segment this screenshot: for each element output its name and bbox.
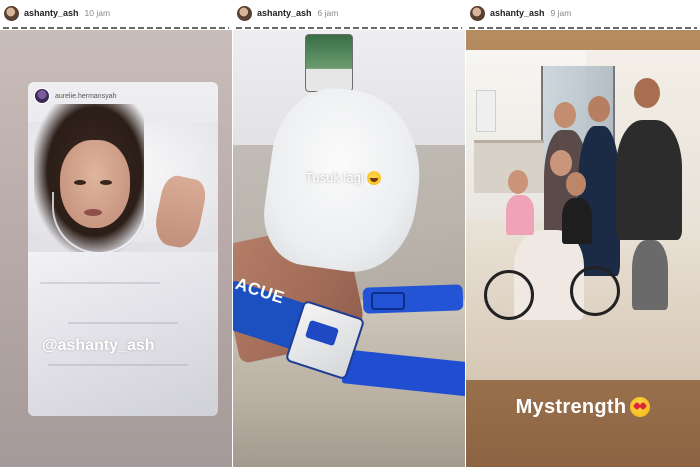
progress-bar [236, 27, 462, 29]
story-username[interactable]: ashanty_ash [257, 8, 312, 18]
blanket-fold [48, 364, 188, 366]
person [616, 120, 682, 240]
story-header: ashanty_ash 9 jam [466, 0, 700, 26]
avatar[interactable] [237, 5, 252, 21]
repost-avatar[interactable] [34, 88, 50, 104]
eye [74, 180, 86, 185]
grinning-face-icon [366, 170, 381, 185]
avatar[interactable] [470, 5, 485, 21]
progress-bar [3, 27, 229, 29]
id-badge [305, 34, 353, 92]
person-head [554, 102, 576, 128]
child [562, 198, 592, 244]
story-header: ashanty_ash 6 jam [233, 0, 465, 26]
story-panel-3[interactable]: Mystrength ashanty_ash 9 jam [466, 0, 700, 467]
eye [100, 180, 112, 185]
repost-username[interactable]: aurelie.hermansyah [55, 93, 116, 100]
person-legs [632, 240, 668, 310]
caption-label: Mystrength [515, 395, 627, 418]
child-head [566, 172, 586, 196]
person-head [634, 78, 660, 108]
person-head [550, 150, 572, 176]
progress-bar [469, 27, 697, 29]
child-head [508, 170, 528, 194]
heart-eyes-face-icon [630, 397, 651, 417]
wall-sign [476, 90, 496, 132]
clip-slot [371, 292, 405, 310]
story-strip: aurelie.hermansyah @ashanty_ash ashanty_… [0, 0, 700, 467]
blanket-fold [68, 322, 178, 324]
caption-text: Mystrength [466, 392, 700, 422]
story-panel-1[interactable]: aurelie.hermansyah @ashanty_ash ashanty_… [0, 0, 233, 467]
story-timestamp: 6 jam [317, 8, 339, 18]
reposted-story-card[interactable] [28, 82, 218, 416]
blanket-fold [40, 282, 160, 284]
wheelchair-wheel [484, 270, 534, 320]
child [506, 195, 534, 235]
hospital-blanket [28, 252, 218, 416]
story-timestamp: 10 jam [84, 8, 111, 18]
avatar[interactable] [4, 5, 19, 21]
caption-label: Tusuk lagi [305, 170, 364, 185]
repost-attribution[interactable]: aurelie.hermansyah [34, 88, 116, 104]
person-head [588, 96, 610, 122]
story-header: ashanty_ash 10 jam [0, 0, 232, 26]
story-timestamp: 9 jam [550, 8, 572, 18]
story-username[interactable]: ashanty_ash [490, 8, 545, 18]
story-panel-2[interactable]: ACUE Tusuk lagi ashanty_ash 6 jam [233, 0, 466, 467]
mention-sticker[interactable]: @ashanty_ash [42, 337, 155, 355]
wheelchair-wheel [570, 266, 620, 316]
story-username[interactable]: ashanty_ash [24, 8, 79, 18]
caption-text: Tusuk lagi [305, 170, 381, 185]
